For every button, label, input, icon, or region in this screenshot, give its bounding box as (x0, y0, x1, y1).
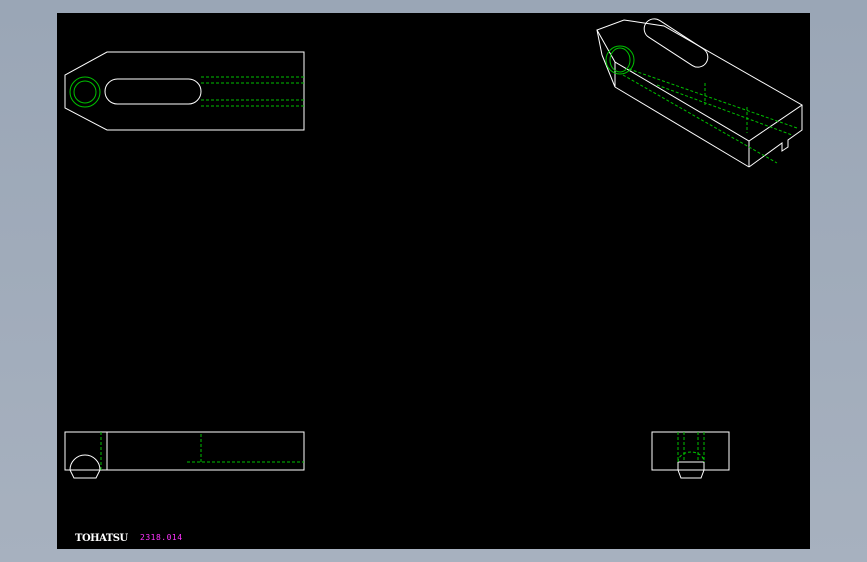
hidden-line (628, 68, 798, 129)
iso-edge (614, 86, 750, 168)
front-view (64, 431, 305, 479)
iso-bore-inner (609, 47, 631, 73)
side-view (651, 431, 730, 479)
side-view-outline (651, 431, 730, 471)
front-view-bore (69, 454, 101, 479)
hidden-line (656, 84, 793, 136)
iso-slot (643, 18, 709, 68)
iso-top-face (596, 19, 803, 142)
isometric-view (596, 18, 803, 168)
hidden-line (622, 74, 778, 164)
top-view (64, 51, 305, 131)
top-view-outline (64, 51, 305, 131)
part-number: 2318.014 (140, 533, 183, 542)
iso-edge (601, 54, 616, 88)
side-view-hidden-arc (677, 451, 705, 463)
top-view-bore-inner (73, 80, 97, 104)
top-view-slot (104, 78, 202, 105)
company-logo: TOHATSU (75, 533, 128, 544)
cad-drawing (64, 18, 803, 479)
drawing-canvas[interactable]: TOHATSU 2318.014 (57, 13, 810, 549)
